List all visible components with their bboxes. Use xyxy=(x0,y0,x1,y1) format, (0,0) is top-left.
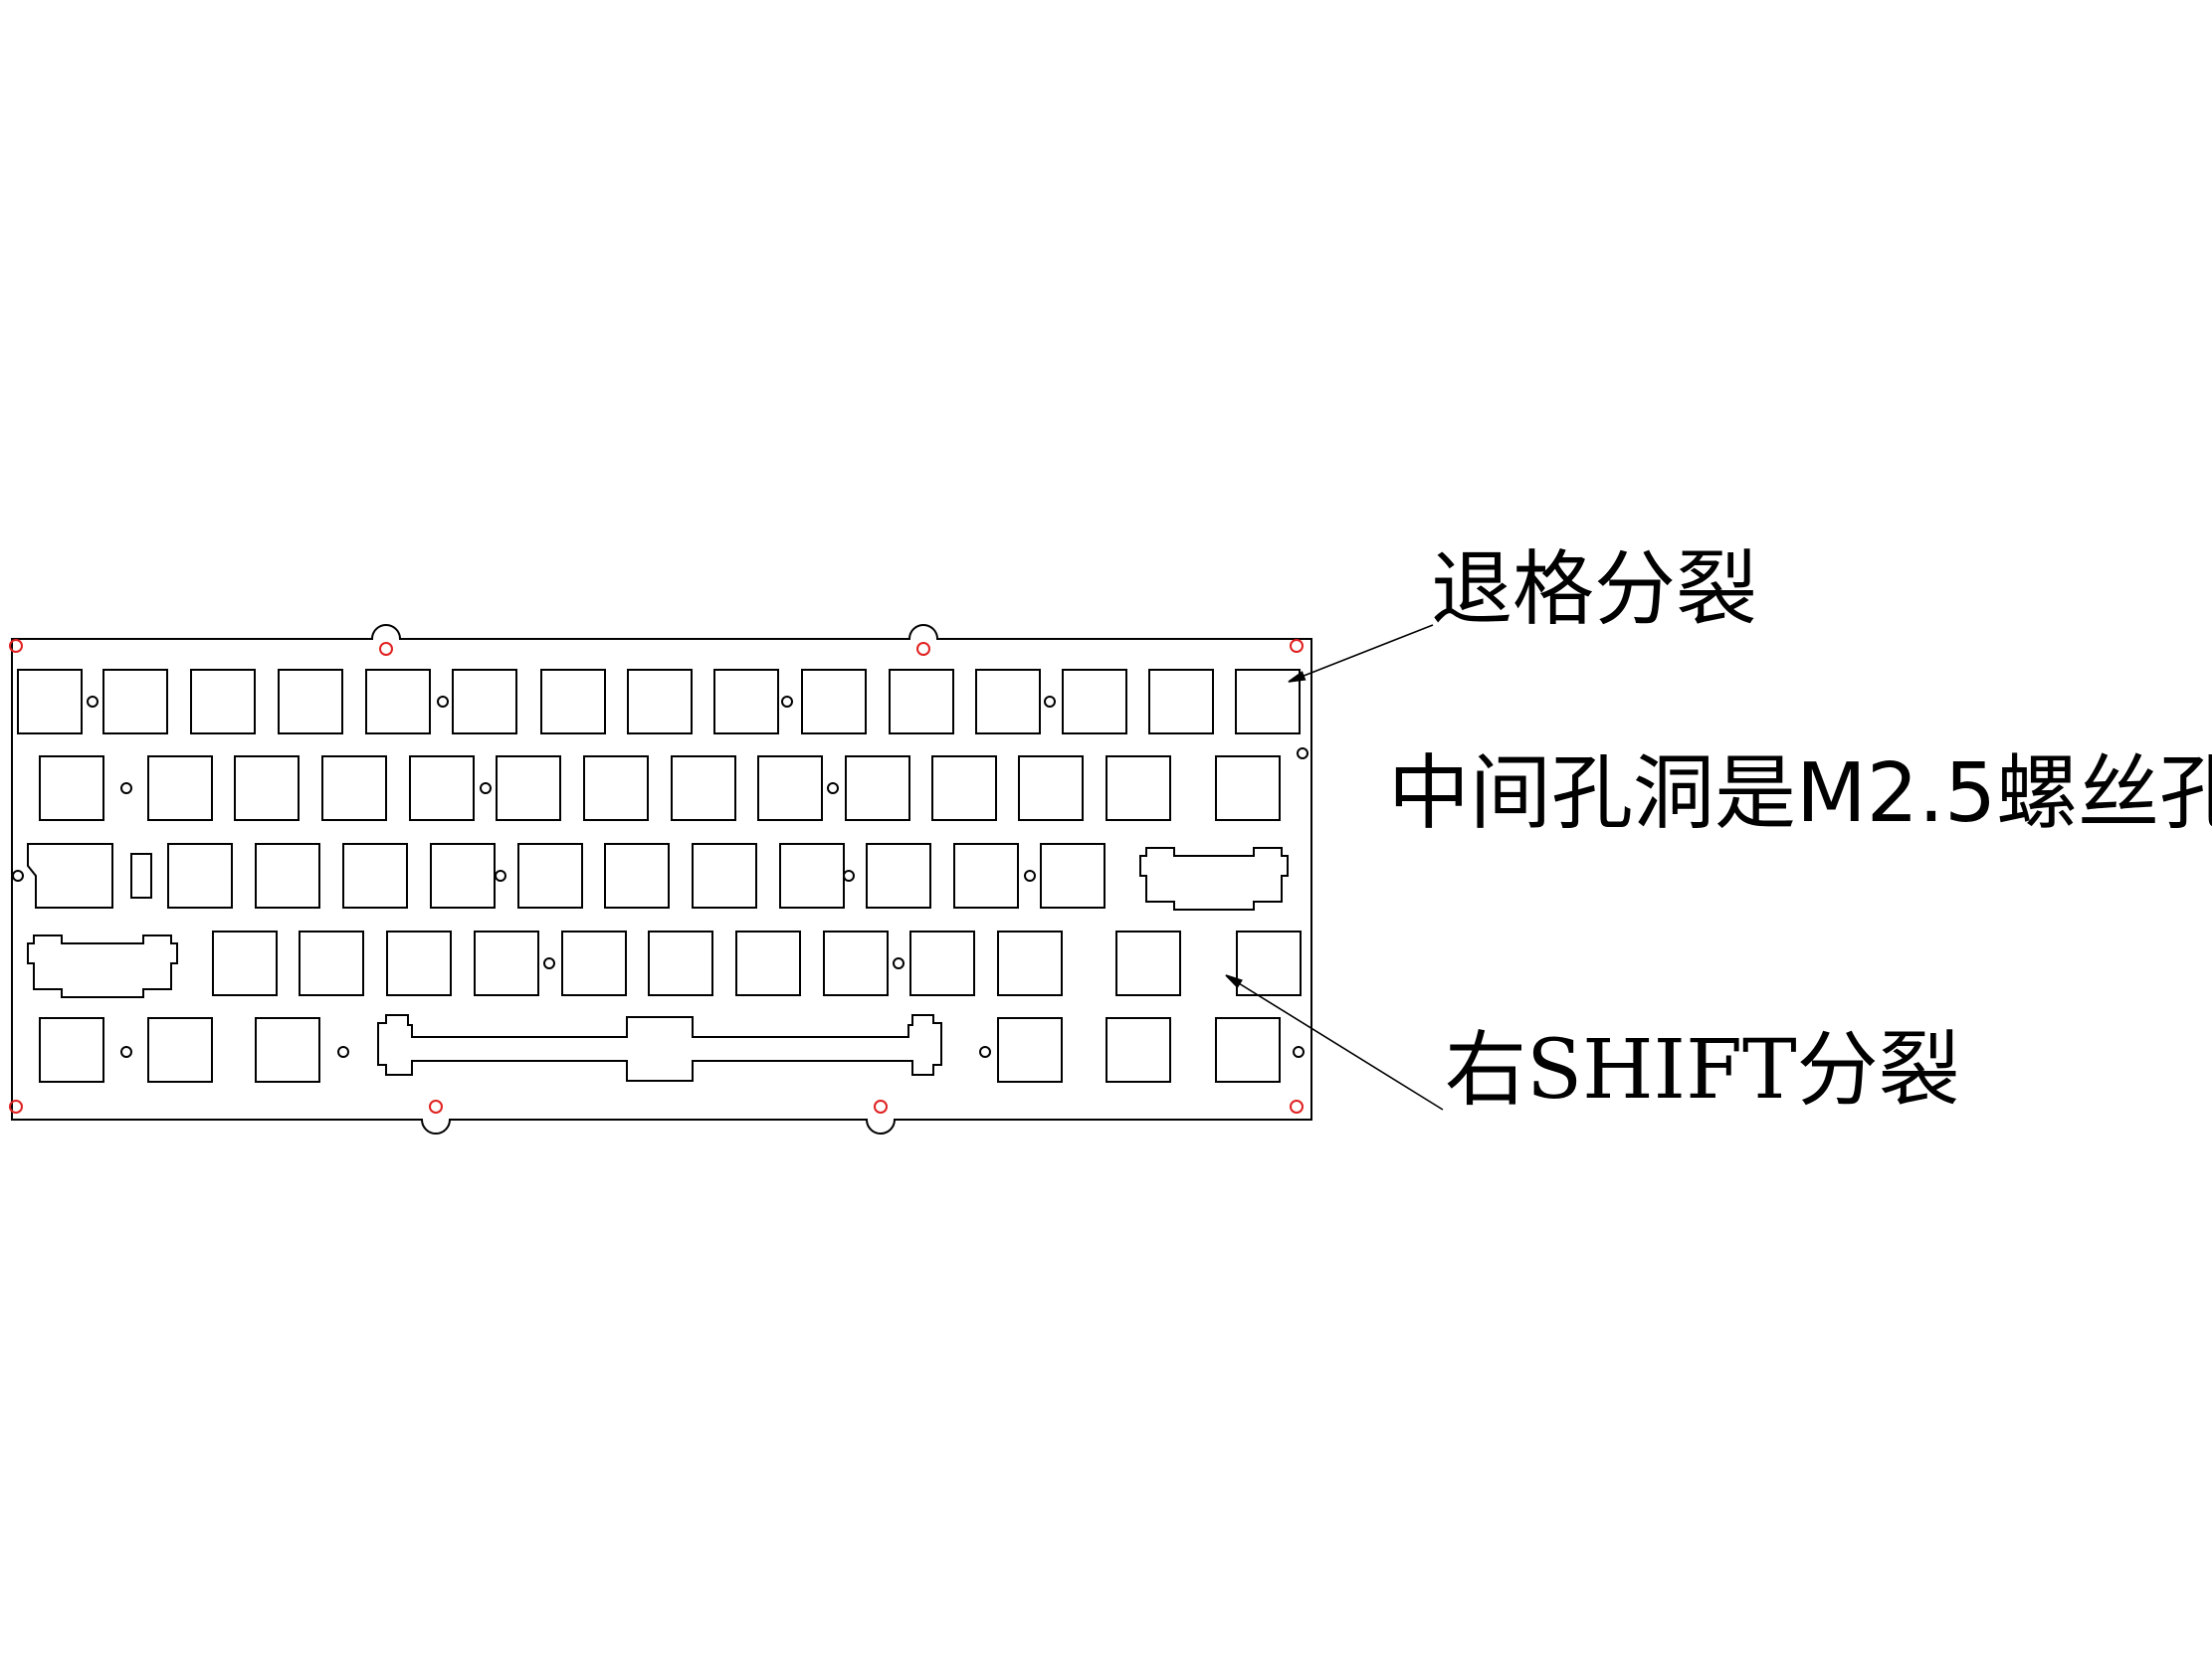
switch-cutout xyxy=(299,931,364,996)
screw-hole xyxy=(120,782,132,794)
backspace-split-label: 退格分裂 xyxy=(1431,542,1758,637)
switch-cutout xyxy=(255,1017,320,1083)
right-shift-arrow xyxy=(1225,974,1444,1111)
screw-hole xyxy=(120,1046,132,1058)
switch-cutout xyxy=(997,1017,1063,1083)
annotation-arrows xyxy=(1225,624,1444,1111)
screw-hole xyxy=(543,957,555,969)
screw-hole xyxy=(12,870,24,882)
mount-hole xyxy=(379,642,393,656)
screw-hole xyxy=(495,870,506,882)
enter-stabilizer-cutout xyxy=(1139,847,1289,911)
switch-cutout xyxy=(147,1017,213,1083)
screw-hole xyxy=(893,957,905,969)
screw-hole xyxy=(437,696,449,708)
switch-cutout xyxy=(190,669,256,734)
switch-cutout xyxy=(1236,931,1302,996)
switch-cutout xyxy=(583,755,649,821)
screw-hole xyxy=(1044,696,1056,708)
switch-cutout xyxy=(167,843,233,909)
screw-hole-note: 中间孔洞是M2.5螺丝孔 xyxy=(1388,746,2212,841)
switch-cutout xyxy=(342,843,408,909)
switch-cutout xyxy=(909,931,975,996)
switch-cutout xyxy=(365,669,431,734)
screw-hole xyxy=(480,782,492,794)
switch-cutout xyxy=(975,669,1041,734)
switch-cutout xyxy=(39,1017,104,1083)
screw-hole xyxy=(827,782,839,794)
switch-cutout xyxy=(823,931,889,996)
switch-cutout xyxy=(866,843,931,909)
mount-hole xyxy=(429,1100,443,1114)
switch-cutout xyxy=(1018,755,1084,821)
right-shift-arrow-head xyxy=(1225,974,1243,989)
switch-cutout xyxy=(1106,755,1171,821)
screw-hole xyxy=(979,1046,991,1058)
switch-cutout xyxy=(540,669,606,734)
switch-cutout xyxy=(278,669,343,734)
switch-cutout xyxy=(517,843,583,909)
switch-cutout xyxy=(561,931,627,996)
screw-hole xyxy=(87,696,99,708)
switch-cutout xyxy=(997,931,1063,996)
switch-cutout xyxy=(845,755,910,821)
switch-cutout xyxy=(234,755,300,821)
switch-cutout xyxy=(889,669,954,734)
screw-hole xyxy=(781,696,793,708)
switch-cutout xyxy=(1106,1017,1171,1083)
switch-cutout xyxy=(102,669,168,734)
switch-cutout xyxy=(474,931,539,996)
screw-hole xyxy=(1293,1046,1305,1058)
switch-cutout xyxy=(430,843,496,909)
mount-hole xyxy=(916,642,930,656)
screw-hole xyxy=(1297,747,1308,759)
backspace-arrow xyxy=(1288,624,1434,683)
switch-cutout xyxy=(1040,843,1106,909)
switch-cutout xyxy=(1235,669,1301,734)
stabilizer-slot xyxy=(130,853,152,899)
screw-hole xyxy=(1024,870,1036,882)
right-shift-split-label: 右SHIFT分裂 xyxy=(1445,1023,1960,1118)
keyboard-plate xyxy=(9,624,1312,1135)
switch-cutout xyxy=(1148,669,1214,734)
switch-cutout xyxy=(735,931,801,996)
mount-hole xyxy=(1290,639,1304,653)
screw-hole xyxy=(843,870,855,882)
switch-cutout xyxy=(1115,931,1181,996)
switch-cutout xyxy=(953,843,1019,909)
left-shift-stabilizer-cutout xyxy=(27,934,178,998)
switch-cutout xyxy=(452,669,517,734)
switch-cutout xyxy=(692,843,757,909)
switch-cutout xyxy=(255,843,320,909)
switch-cutout xyxy=(627,669,693,734)
switch-cutout xyxy=(604,843,670,909)
switch-cutout xyxy=(1215,1017,1281,1083)
screw-hole xyxy=(337,1046,349,1058)
switch-cutout xyxy=(147,755,213,821)
plate-outline xyxy=(11,624,1312,1135)
switch-cutout xyxy=(321,755,387,821)
switch-cutout xyxy=(779,843,845,909)
switch-cutout xyxy=(409,755,475,821)
switch-cutout xyxy=(757,755,823,821)
mount-hole xyxy=(1290,1100,1304,1114)
switch-cutout xyxy=(17,669,83,734)
switch-cutout xyxy=(713,669,779,734)
backspace-arrow-head xyxy=(1288,671,1307,683)
switch-cutout xyxy=(931,755,997,821)
switch-cutout xyxy=(496,755,561,821)
switch-cutout xyxy=(27,843,113,909)
switch-cutout xyxy=(671,755,736,821)
switch-cutout xyxy=(1062,669,1127,734)
switch-cutout xyxy=(801,669,867,734)
switch-cutout xyxy=(648,931,713,996)
mount-hole xyxy=(874,1100,888,1114)
switch-cutout xyxy=(386,931,452,996)
switch-cutout xyxy=(39,755,104,821)
switch-cutout xyxy=(212,931,278,996)
switch-cutout xyxy=(1215,755,1281,821)
spacebar-cutout xyxy=(377,1014,942,1082)
